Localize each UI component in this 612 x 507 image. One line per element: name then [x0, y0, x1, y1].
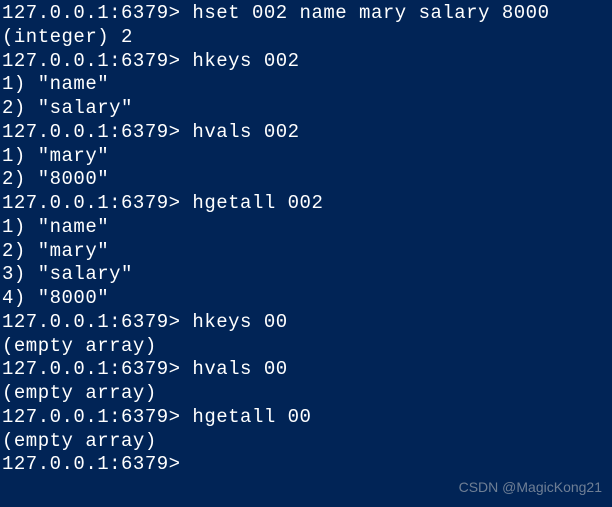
terminal-line: 2) "mary" [2, 240, 612, 264]
terminal-line: 127.0.0.1:6379> hvals 002 [2, 121, 612, 145]
terminal-line: (empty array) [2, 335, 612, 359]
terminal-line: (empty array) [2, 430, 612, 454]
terminal-line: 127.0.0.1:6379> hvals 00 [2, 358, 612, 382]
terminal-line: (empty array) [2, 382, 612, 406]
terminal-line: 1) "name" [2, 216, 612, 240]
terminal-line: 1) "name" [2, 73, 612, 97]
terminal-line: 127.0.0.1:6379> hkeys 002 [2, 50, 612, 74]
terminal-line: 2) "salary" [2, 97, 612, 121]
terminal-line: 2) "8000" [2, 168, 612, 192]
terminal-line: (integer) 2 [2, 26, 612, 50]
terminal-prompt-line[interactable]: 127.0.0.1:6379> [2, 453, 612, 477]
terminal-line: 127.0.0.1:6379> hkeys 00 [2, 311, 612, 335]
watermark: CSDN @MagicKong21 [459, 479, 602, 495]
terminal-line: 1) "mary" [2, 145, 612, 169]
terminal-output[interactable]: 127.0.0.1:6379> hset 002 name mary salar… [0, 0, 612, 477]
terminal-line: 127.0.0.1:6379> hset 002 name mary salar… [2, 2, 612, 26]
terminal-line: 4) "8000" [2, 287, 612, 311]
terminal-line: 3) "salary" [2, 263, 612, 287]
terminal-line: 127.0.0.1:6379> hgetall 002 [2, 192, 612, 216]
terminal-line: 127.0.0.1:6379> hgetall 00 [2, 406, 612, 430]
